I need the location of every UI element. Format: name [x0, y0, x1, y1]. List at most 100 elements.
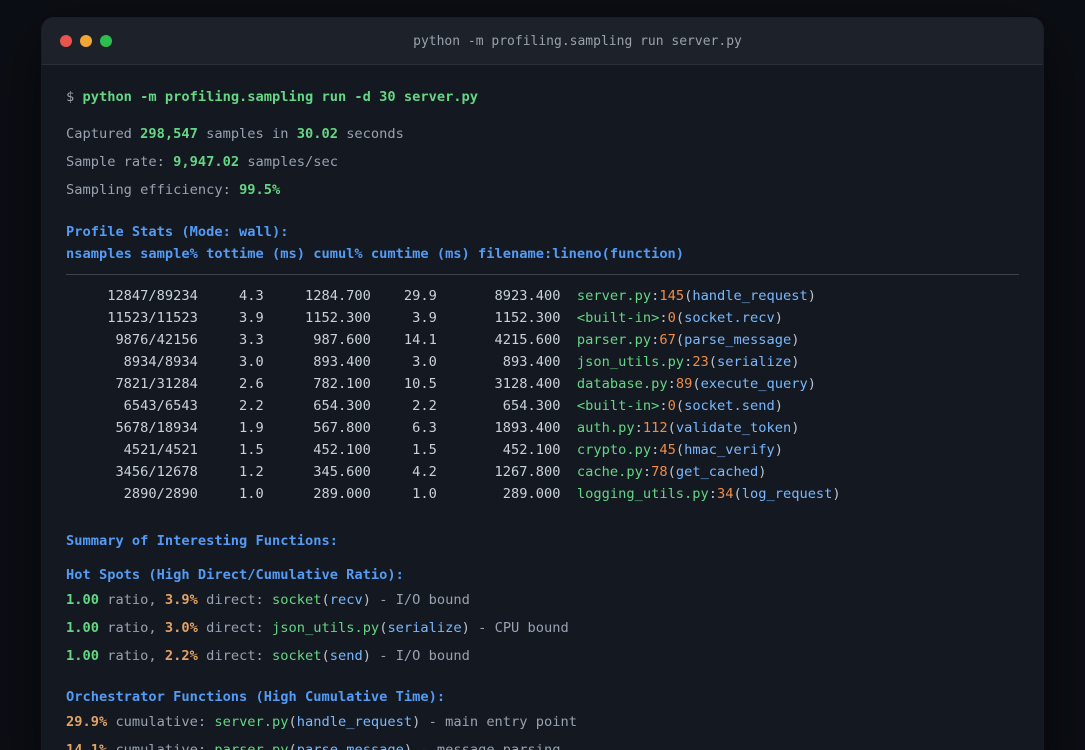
direct-pct-value: 3.0% [164, 620, 198, 636]
line-number: 112 [642, 420, 668, 436]
table-row: 5678/18934 1.9 567.800 6.3 1893.400 auth… [66, 417, 1019, 439]
sample-rate-label: Sample rate: [66, 154, 174, 170]
paren-close: ) [807, 288, 816, 304]
efficiency-line: Sampling efficiency: 99.5% [66, 180, 1019, 200]
direct-label: direct: [197, 620, 273, 636]
filename: server.py [214, 714, 289, 730]
paren-open: ( [321, 592, 330, 608]
row-metrics: 6543/6543 2.2 654.300 2.2 654.300 [66, 398, 577, 414]
paren-open: ( [667, 420, 676, 436]
paren-open: ( [675, 332, 685, 348]
direct-pct-value: 3.9% [164, 592, 198, 608]
paren-open: ( [675, 398, 685, 414]
filename: parser.py [214, 742, 289, 750]
filename: cache.py [576, 464, 643, 480]
table-row: 3456/12678 1.2 345.600 4.2 1267.800 cach… [66, 461, 1019, 483]
filename: server.py [576, 288, 652, 304]
close-button[interactable] [60, 35, 72, 47]
paren-close: ) [758, 464, 767, 480]
filename: logging_utils.py [576, 486, 709, 502]
filename: json_utils.py [272, 620, 380, 636]
paren-open: ( [288, 714, 297, 730]
paren-open: ( [708, 354, 718, 370]
filename: crypto.py [576, 442, 652, 458]
colon: : [659, 398, 668, 414]
cumulative-label: cumulative: [107, 714, 215, 730]
line-number: 45 [659, 442, 676, 458]
command-text: python -m profiling.sampling run -d 30 s… [82, 89, 479, 105]
function-name: serialize [387, 620, 462, 636]
orchestrator-item: 29.9% cumulative: server.py(handle_reque… [66, 712, 1019, 732]
paren-open: ( [667, 464, 676, 480]
line-number: 34 [717, 486, 734, 502]
function-name: get_cached [675, 464, 759, 480]
profile-stats-heading: Profile Stats (Mode: wall): [66, 224, 289, 240]
filename: <built-in> [576, 310, 660, 326]
line-number: 0 [667, 398, 676, 414]
orchestrator-note: - message parsing [412, 742, 561, 750]
function-name: handle_request [296, 714, 413, 730]
hot-spot-item: 1.00 ratio, 2.2% direct: socket(send) - … [66, 646, 1019, 666]
function-name: socket.recv [684, 310, 775, 326]
line-number: 0 [667, 310, 676, 326]
terminal-content: $ python -m profiling.sampling run -d 30… [42, 65, 1043, 750]
paren-close: ) [403, 742, 413, 750]
captured-mid: samples in [197, 126, 297, 142]
filename: parser.py [576, 332, 652, 348]
row-metrics: 9876/42156 3.3 987.600 14.1 4215.600 [66, 332, 577, 348]
direct-pct-value: 2.2% [164, 648, 198, 664]
paren-close: ) [774, 310, 783, 326]
efficiency-value: 99.5% [239, 182, 281, 198]
sample-rate-line: Sample rate: 9,947.02 samples/sec [66, 152, 1019, 172]
table-row: 2890/2890 1.0 289.000 1.0 289.000 loggin… [66, 483, 1019, 505]
row-metrics: 11523/11523 3.9 1152.300 3.9 1152.300 [66, 310, 577, 326]
hot-spots-list: 1.00 ratio, 3.9% direct: socket (recv) - … [66, 590, 1019, 666]
stats-columns-header: nsamples sample% tottime (ms) cumul% cum… [66, 246, 685, 262]
ratio-value: 1.00 [66, 648, 99, 664]
paren-open: ( [675, 310, 685, 326]
table-row: 12847/89234 4.3 1284.700 29.9 8923.400 s… [66, 285, 1019, 307]
row-metrics: 8934/8934 3.0 893.400 3.0 893.400 [66, 354, 577, 370]
line-number: 78 [651, 464, 668, 480]
traffic-lights [42, 35, 112, 47]
row-metrics: 12847/89234 4.3 1284.700 29.9 8923.400 [66, 288, 577, 304]
filename: <built-in> [576, 398, 660, 414]
table-row: 6543/6543 2.2 654.300 2.2 654.300 <built… [66, 395, 1019, 417]
captured-samples-value: 298,547 [140, 126, 198, 142]
zoom-button[interactable] [100, 35, 112, 47]
function-name: parse_message [684, 332, 792, 348]
colon: : [642, 464, 652, 480]
ratio-value: 1.00 [66, 592, 99, 608]
captured-line: Captured 298,547 samples in 30.02 second… [66, 124, 1019, 144]
shell-prompt: $ [66, 89, 83, 105]
table-row: 11523/11523 3.9 1152.300 3.9 1152.300 <b… [66, 307, 1019, 329]
command-line: $ python -m profiling.sampling run -d 30… [66, 87, 1019, 107]
table-row: 4521/4521 1.5 452.100 1.5 452.100 crypto… [66, 439, 1019, 461]
filename: socket [272, 648, 322, 664]
paren-close: ) [832, 486, 841, 502]
cumulative-pct-value: 14.1% [66, 742, 108, 750]
paren-close: ) [362, 648, 371, 664]
minimize-button[interactable] [80, 35, 92, 47]
paren-open: ( [288, 742, 297, 750]
window-title: python -m profiling.sampling run server.… [413, 33, 742, 49]
paren-close: ) [461, 620, 470, 636]
function-name: recv [329, 592, 363, 608]
line-number: 67 [659, 332, 676, 348]
paren-close: ) [807, 376, 816, 392]
line-number: 89 [675, 376, 693, 392]
hot-spot-note: - CPU bound [469, 620, 569, 636]
captured-prefix: Captured [66, 126, 141, 142]
table-row: 7821/31284 2.6 782.100 10.5 3128.400 dat… [66, 373, 1019, 395]
title-bar[interactable]: python -m profiling.sampling run server.… [42, 18, 1043, 65]
orchestrator-heading: Orchestrator Functions (High Cumulative … [66, 689, 446, 705]
paren-close: ) [774, 442, 783, 458]
ratio-label: ratio, [98, 592, 165, 608]
function-name: serialize [717, 354, 792, 370]
terminal-window: python -m profiling.sampling run server.… [42, 18, 1043, 750]
hot-spot-note: - I/O bound [370, 592, 470, 608]
function-name: log_request [741, 486, 833, 502]
colon: : [659, 310, 668, 326]
colon: : [634, 420, 643, 436]
line-number: 23 [692, 354, 709, 370]
